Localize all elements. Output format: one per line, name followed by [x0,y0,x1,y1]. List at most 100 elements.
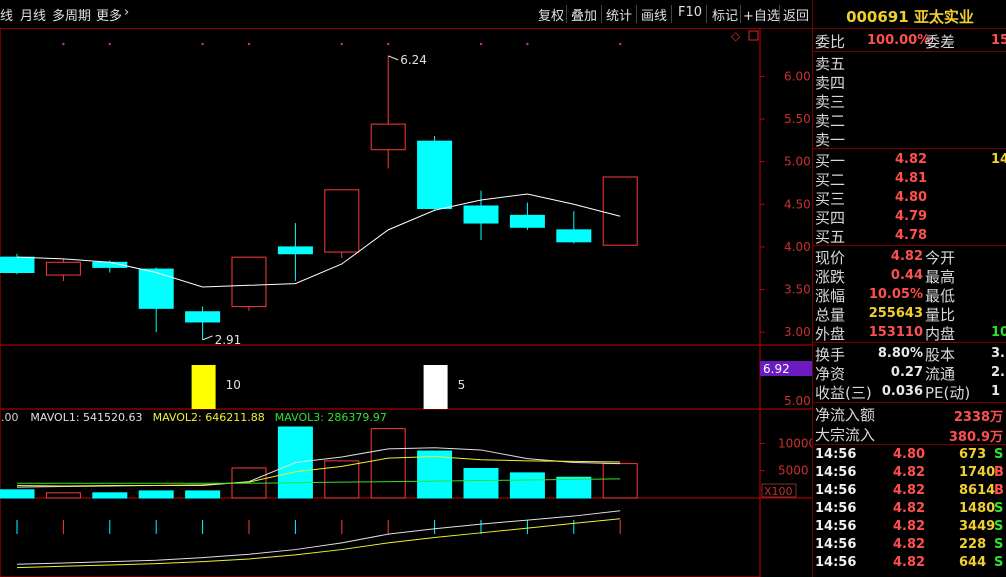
adjust-button[interactable]: 复权 [538,5,564,24]
draw-line-button[interactable]: 画线 [641,5,667,24]
quote-header: 000691 亚太实业 [813,0,1006,29]
weicha-label: 委差 [925,33,956,51]
stat-label: 量比 [925,306,956,324]
mark-button[interactable]: 标记 [712,5,738,24]
buy-level-row: 买三 4.80 [813,188,1006,208]
sell-level-row: 卖二 [813,110,1006,130]
sell-level-row: 卖四 [813,72,1006,92]
stat-value: 0.44 [890,268,923,283]
square-icon [748,30,759,41]
bottom-line-yellow [16,518,621,569]
tick-price: 4.82 [893,501,926,516]
stock-code: 000691 [846,8,909,26]
bottom-line-white [16,510,621,565]
marker-dot [387,42,390,46]
tick-row: 14:56 4.82 3449 S [813,519,1006,537]
marker-dot [526,42,529,46]
divider [813,148,1006,149]
tick-time: 14:56 [815,537,857,552]
fundamental-value: 0.27 [890,365,923,380]
divider [706,5,707,23]
volume-bar [92,492,128,499]
sell-level-row: 卖一 [813,129,1006,149]
stat-value: 10.05% [868,287,923,302]
buy-level-volume: 14 [991,152,1006,167]
money-flow-row: 大宗流入 380.9万 [813,424,1006,445]
tab-multi-period[interactable]: 多周期 [52,5,91,24]
f10-button[interactable]: F10 [678,5,702,20]
candle-body [324,189,360,253]
candle-body [185,311,221,323]
stats-button[interactable]: 统计 [606,5,632,24]
tick-side: B [994,465,1004,480]
tick-side: S [994,447,1004,462]
add-watchlist-button[interactable]: +自选 [743,5,780,24]
stock-name: 亚太实业 [913,8,974,26]
price-tick-label: 3.50 [784,283,811,297]
chevron-right-icon[interactable]: › [124,5,129,20]
sell-level-label: 卖四 [815,74,846,92]
tick-row: 14:56 4.80 673 S [813,447,1006,465]
indicator-bar [423,365,448,409]
kline-chart[interactable]: 6.00 5.50 5.00 4.50 4.00 3.50 3.00 ◇ 6.24 2.91 10 5… [0,28,812,577]
tick-row: 14:56 4.82 8614 B [813,483,1006,501]
candle-body [231,256,267,308]
quote-stat-row: 现价 4.82 今开 [813,247,1006,267]
tab-monthly[interactable]: 月线 [20,5,46,24]
fundamental-label: 换手 [815,346,846,364]
tick-time: 14:56 [815,519,857,534]
fundamental-value: 0.036 [881,384,923,399]
buy-level-label: 买一 [815,152,846,170]
stock-title: 000691 亚太实业 [813,6,1006,27]
ma-line [16,193,621,288]
tick-price: 4.82 [893,465,926,480]
volume-legend-entry: 5.00 [0,411,19,424]
fundamental-value: 1 [991,384,1001,399]
weicha-value: 15 [991,33,1006,48]
tick-row: 14:56 4.82 1480 S [813,501,1006,519]
tick-time: 14:56 [815,447,857,462]
price-tick-label: 5.50 [784,112,811,126]
divider [636,5,637,23]
divider [566,5,567,23]
money-flow-value: 380.9万 [948,430,1003,445]
sell-level-row: 卖三 [813,91,1006,111]
low-pointer [202,335,213,341]
tick-side: S [994,519,1004,534]
tick-time: 14:56 [815,501,857,516]
divider [813,245,1006,246]
overlay-button[interactable]: 叠加 [571,5,597,24]
volume-bar [556,476,592,499]
volume-bar [0,489,35,499]
marker-dot [62,42,65,46]
buy-level-price: 4.80 [895,190,928,205]
tick-side: S [994,537,1004,552]
marker-dot [247,42,251,46]
tab-more[interactable]: 更多 [96,5,122,24]
back-button[interactable]: 返回 [783,5,809,24]
tab-line[interactable]: 线 [0,5,13,24]
high-price-label: 6.24 [400,53,427,67]
tick-row: 14:56 4.82 644 S [813,555,1006,573]
volume-unit-label: X100 [764,485,793,498]
tick-side: S [994,555,1004,570]
price-tick-label: 5.00 [784,155,811,169]
candle-body [0,256,35,274]
tick-volume: 1480 [959,501,996,516]
tick-side: B [994,483,1004,498]
divider [813,444,1006,445]
divider [779,5,780,23]
stat-value: 255643 [868,306,923,321]
fundamental-row: 换手 8.80% 股本 3. [813,344,1006,364]
volume-bar [509,472,545,499]
tick-volume: 228 [959,537,987,552]
fundamental-label: 净资 [815,365,846,383]
divider [671,5,672,23]
tick-price: 4.82 [893,555,926,570]
price-tick-label: 3.00 [784,325,811,339]
marker-dot [479,42,483,46]
stat-value: 10 [991,325,1006,340]
tick-volume: 644 [959,555,987,570]
quote-panel: 000691 亚太实业 委比 100.00%委差 15 卖五卖四卖三卖二卖一买一 4.8… [812,0,1006,577]
quote-stat-row: 涨跌 0.44 最高 [813,266,1006,286]
